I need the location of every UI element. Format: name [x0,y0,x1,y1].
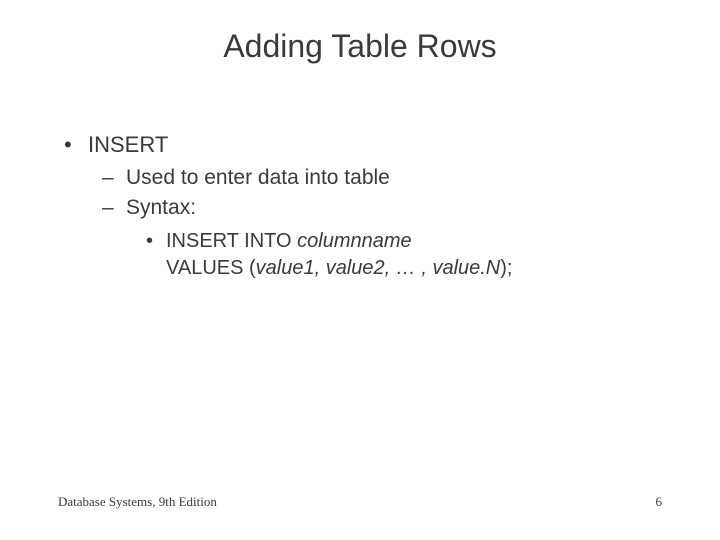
slide: Adding Table Rows INSERT Used to enter d… [0,0,720,540]
bullet-text: Syntax: [126,196,196,219]
page-number: 6 [656,494,663,510]
footer-source: Database Systems, 9th Edition [58,494,217,510]
italic-text: columnname [297,230,412,252]
slide-content: INSERT Used to enter data into table Syn… [58,130,662,282]
bullet-level3: INSERT INTO columnname [58,228,662,255]
bullet-level1: INSERT [58,130,662,160]
bullet-text: INSERT INTO [166,230,297,252]
bullet-level2: Used to enter data into table [58,164,662,192]
bullet-level2: Syntax: [58,194,662,222]
slide-title: Adding Table Rows [0,28,720,65]
bullet-text: Used to enter data into table [126,166,390,189]
bullet-text: INSERT [88,132,168,157]
bullet-text: VALUES ( [166,257,256,279]
bullet-text: ); [500,257,512,279]
italic-text: value1, value2, … , value.N [256,257,501,279]
bullet-level3-continuation: VALUES (value1, value2, … , value.N); [58,255,662,282]
